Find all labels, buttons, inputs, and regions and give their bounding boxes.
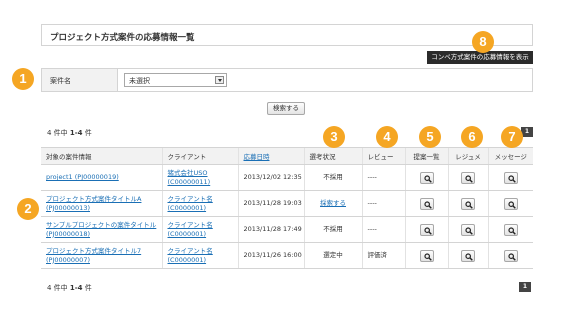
status-text: 選定中 — [323, 251, 343, 259]
table-row: サンプルプロジェクトの案件タイトル (PJ00000018) クライアント名 (C… — [41, 216, 533, 243]
callout-marker: 4 — [376, 126, 398, 148]
col-status: 選考状況 — [303, 147, 362, 165]
client-link[interactable]: クライアント名 (C0000001) — [168, 247, 213, 264]
client-cell: 猪式会社USO (C00000011) — [161, 164, 238, 191]
view-resume-button[interactable] — [461, 171, 475, 184]
table-row: プロジェクト方式案件タイトルA (PJ00000013) クライアント名 (C00… — [41, 190, 533, 217]
review-cell: ---- — [361, 190, 405, 217]
proposals-cell — [404, 216, 448, 243]
message-cell — [487, 190, 533, 217]
date-cell: 2013/12/02 12:35 — [237, 164, 304, 191]
search-button[interactable]: 検索する — [267, 102, 305, 115]
date-cell: 2013/11/26 16:00 — [237, 242, 304, 269]
project-link[interactable]: プロジェクト方式案件タイトルA (PJ00000013) — [46, 195, 141, 212]
col-project: 対象の案件情報 — [41, 147, 162, 165]
result-count-bottom: 4 件中 1-4 件 — [47, 283, 92, 293]
count-range: 1-4 — [69, 129, 83, 137]
view-proposals-button[interactable] — [419, 249, 434, 262]
view-message-button[interactable] — [503, 171, 518, 184]
view-proposals-button[interactable] — [419, 171, 434, 184]
pager-current-bottom[interactable]: 1 — [519, 282, 531, 292]
callout-marker: 6 — [461, 126, 483, 148]
project-cell: サンプルプロジェクトの案件タイトル (PJ00000018) — [41, 216, 162, 243]
col-proposals: 提案一覧 — [404, 147, 448, 165]
count-range: 1-4 — [69, 284, 83, 292]
page-title: プロジェクト方式案件の応募情報一覧 — [50, 33, 195, 43]
col-review: レビュー — [361, 147, 405, 165]
client-link[interactable]: クライアント名 (C0000001) — [168, 195, 213, 212]
date-cell: 2013/11/28 19:03 — [237, 190, 304, 217]
filter-label-cell: 案件名 — [42, 69, 118, 91]
date-cell: 2013/11/28 17:49 — [237, 216, 304, 243]
client-cell: クライアント名 (C0000001) — [161, 242, 238, 269]
callout-marker: 3 — [323, 126, 345, 148]
sort-date-link[interactable]: 応募日時 — [244, 153, 270, 161]
proposals-cell — [404, 190, 448, 217]
review-cell: 評価済 — [361, 242, 405, 269]
client-cell: クライアント名 (C0000001) — [161, 216, 238, 243]
count-pre: 4 件中 — [47, 129, 70, 137]
filter-panel: 案件名 未選択 — [41, 68, 533, 92]
select-value: 未選択 — [129, 77, 150, 85]
proposals-cell — [404, 164, 448, 191]
table-row: project1 (PJ00000019) 猪式会社USO (C00000011)… — [41, 164, 533, 191]
message-cell — [487, 164, 533, 191]
message-cell — [487, 242, 533, 269]
status-text: 不採用 — [323, 225, 343, 233]
view-resume-button[interactable] — [461, 223, 475, 236]
client-link[interactable]: クライアント名 (C0000001) — [168, 221, 213, 238]
applications-table: 対象の案件情報 クライアント 応募日時 選考状況 レビュー 提案一覧 レジュメ … — [41, 147, 533, 269]
project-name-label: 案件名 — [50, 77, 71, 85]
page-header: プロジェクト方式案件の応募情報一覧 — [41, 24, 533, 46]
col-date[interactable]: 応募日時 — [237, 147, 304, 165]
result-count-top: 4 件中 1-4 件 — [47, 128, 92, 138]
count-pre: 4 件中 — [47, 284, 70, 292]
view-proposals-button[interactable] — [419, 223, 434, 236]
callout-marker: 8 — [472, 31, 494, 53]
callout-marker: 5 — [419, 126, 441, 148]
client-cell: クライアント名 (C0000001) — [161, 190, 238, 217]
view-message-button[interactable] — [503, 197, 518, 210]
view-message-button[interactable] — [503, 223, 518, 236]
resume-cell — [447, 242, 488, 269]
callout-marker: 7 — [501, 126, 523, 148]
resume-cell — [447, 216, 488, 243]
view-proposals-button[interactable] — [419, 197, 434, 210]
project-link[interactable]: project1 (PJ00000019) — [46, 173, 119, 181]
table-row: プロジェクト方式案件タイトル7 (PJ00000007) クライアント名 (C00… — [41, 242, 533, 269]
review-cell: ---- — [361, 164, 405, 191]
status-cell: 不採用 — [303, 164, 362, 191]
project-link[interactable]: サンプルプロジェクトの案件タイトル (PJ00000018) — [46, 221, 156, 238]
callout-marker: 2 — [17, 198, 39, 220]
status-cell: 不採用 — [303, 216, 362, 243]
project-cell: プロジェクト方式案件タイトル7 (PJ00000007) — [41, 242, 162, 269]
view-resume-button[interactable] — [461, 197, 475, 210]
col-client: クライアント — [161, 147, 238, 165]
table-header-row: 対象の案件情報 クライアント 応募日時 選考状況 レビュー 提案一覧 レジュメ … — [41, 147, 533, 165]
col-message: メッセージ — [487, 147, 533, 165]
resume-cell — [447, 164, 488, 191]
project-link[interactable]: プロジェクト方式案件タイトル7 (PJ00000007) — [46, 247, 141, 264]
project-cell: プロジェクト方式案件タイトルA (PJ00000013) — [41, 190, 162, 217]
resume-cell — [447, 190, 488, 217]
view-message-button[interactable] — [503, 249, 518, 262]
callout-marker: 1 — [12, 68, 34, 90]
view-resume-button[interactable] — [461, 249, 475, 262]
chevron-down-icon — [215, 76, 224, 84]
select-action-link[interactable]: 採索する — [320, 199, 346, 207]
show-contest-applications-button[interactable]: コンペ方式案件の応募情報を表示 — [427, 51, 533, 64]
status-cell: 選定中 — [303, 242, 362, 269]
count-post: 件 — [82, 284, 92, 292]
status-cell: 採索する — [303, 190, 362, 217]
project-name-select[interactable]: 未選択 — [124, 73, 227, 87]
count-post: 件 — [82, 129, 92, 137]
project-cell: project1 (PJ00000019) — [41, 164, 162, 191]
proposals-cell — [404, 242, 448, 269]
status-text: 不採用 — [323, 173, 343, 181]
col-resume: レジュメ — [447, 147, 488, 165]
client-link[interactable]: 猪式会社USO (C00000011) — [168, 169, 211, 186]
message-cell — [487, 216, 533, 243]
review-cell: ---- — [361, 216, 405, 243]
